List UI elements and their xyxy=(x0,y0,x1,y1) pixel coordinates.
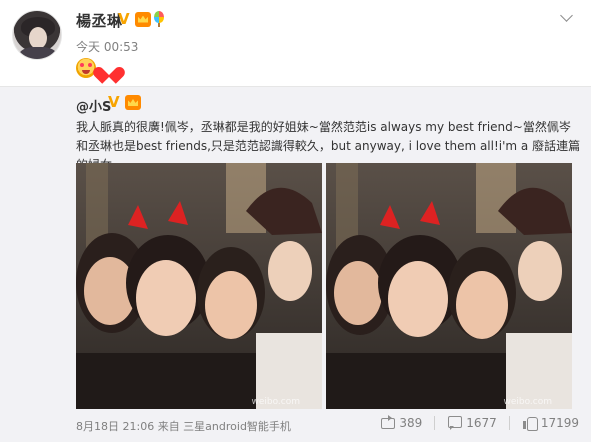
action-divider xyxy=(434,415,436,430)
comment-count: 1677 xyxy=(466,415,497,430)
heart-icon xyxy=(99,58,119,78)
repost-count: 389 xyxy=(399,415,423,430)
post-content xyxy=(76,58,119,78)
vip-crown-icon[interactable] xyxy=(125,95,141,110)
like-count: 17199 xyxy=(540,415,579,430)
photo-watermark: weibo.com xyxy=(503,397,552,407)
comment-button[interactable]: 1677 xyxy=(447,415,497,430)
photo-watermark: weibo.com xyxy=(251,397,300,407)
repost-button[interactable]: 389 xyxy=(380,415,422,430)
balloon-icon[interactable] xyxy=(153,11,165,27)
chevron-down-icon[interactable] xyxy=(556,8,578,26)
repost-date-source[interactable]: 8月18日 21:06 来自 三星android智能手机 xyxy=(76,418,291,434)
verified-v-icon[interactable]: V xyxy=(118,11,133,27)
repost-author-name[interactable]: @小S xyxy=(76,96,111,115)
comment-icon xyxy=(447,415,463,430)
repost-photo-1[interactable]: weibo.com xyxy=(76,163,322,409)
post-header: 楊丞琳 V 今天 00:53 xyxy=(0,0,591,86)
like-button[interactable]: 17199 xyxy=(522,415,579,431)
author-badges: V xyxy=(118,11,165,27)
verified-v-icon[interactable]: V xyxy=(108,95,123,110)
repost-photo-2[interactable]: weibo.com xyxy=(326,163,572,409)
repost-action-bar: 389 1677 17199 xyxy=(380,415,579,431)
avatar-body xyxy=(19,47,57,59)
action-divider xyxy=(508,415,510,430)
avatar[interactable] xyxy=(12,10,62,60)
post-timestamp[interactable]: 今天 00:53 xyxy=(76,38,138,55)
repost-author-badges: V xyxy=(108,95,141,110)
selfie-photo-image: weibo.com xyxy=(76,163,322,409)
selfie-photo-image: weibo.com xyxy=(326,163,572,409)
avatar-face xyxy=(29,27,47,49)
author-name[interactable]: 楊丞琳 xyxy=(76,10,123,31)
repost-icon xyxy=(380,415,396,430)
vip-crown-icon[interactable] xyxy=(135,11,151,27)
like-icon xyxy=(522,415,538,431)
